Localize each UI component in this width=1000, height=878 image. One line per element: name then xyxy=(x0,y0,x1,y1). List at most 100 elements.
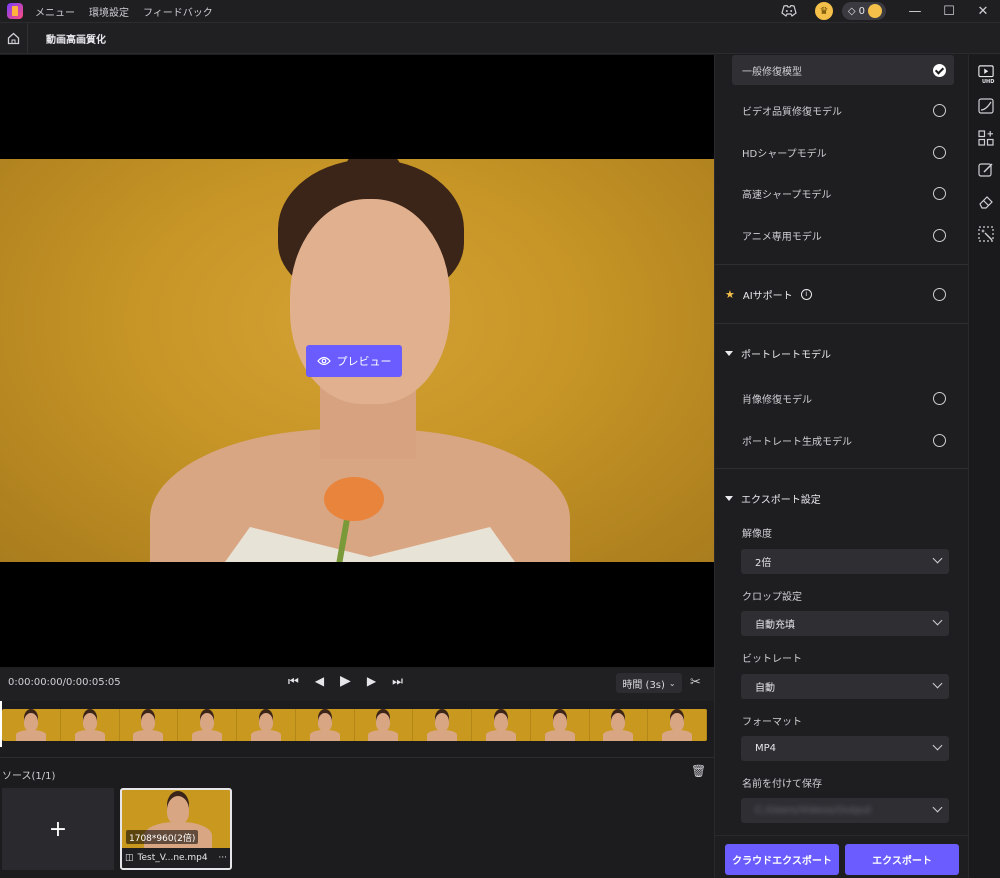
preview-button-label: プレビュー xyxy=(336,355,392,368)
trash-icon[interactable]: 🗑 xyxy=(691,764,706,778)
save-path-value: C:/Users/Videos/Output xyxy=(755,805,872,816)
portrait-section-title: ポートレートモデル xyxy=(741,349,831,361)
ai-support-label: AIサポート xyxy=(742,290,793,302)
tool-rail: UHD xyxy=(968,55,1000,878)
radio-icon[interactable] xyxy=(933,229,946,242)
model-option-hd-sharp[interactable]: HDシャープモデル xyxy=(732,137,954,167)
scissors-icon[interactable]: ✂ xyxy=(690,675,701,690)
eye-icon xyxy=(316,356,331,366)
media-footer: ◫ Test_V...ne.mp4 ··· xyxy=(122,848,230,868)
ai-support-radio[interactable] xyxy=(933,288,946,301)
ai-support-row[interactable]: ★ AIサポート i xyxy=(725,284,812,304)
chevron-down-icon: ⌄ xyxy=(668,678,676,688)
radio-icon[interactable] xyxy=(933,434,946,447)
breadcrumb: 動画高画質化 xyxy=(0,22,1000,54)
crop-select[interactable]: 自動充填 xyxy=(741,611,949,636)
format-select[interactable]: MP4 xyxy=(741,736,949,761)
save-path-select[interactable]: C:/Users/Videos/Output xyxy=(741,798,949,823)
export-section-header[interactable]: エクスポート設定 xyxy=(725,488,821,508)
filmstrip-frame xyxy=(590,709,649,741)
crop-label: クロップ設定 xyxy=(742,592,802,603)
model-option-label: 一般修復模型 xyxy=(742,66,802,78)
media-thumb-face xyxy=(167,796,189,824)
maximize-button[interactable]: ☐ xyxy=(932,0,966,22)
minimize-button[interactable]: — xyxy=(898,0,932,22)
playhead[interactable] xyxy=(0,701,2,747)
model-option-general[interactable]: 一般修復模型 xyxy=(732,55,954,85)
export-section-title: エクスポート設定 xyxy=(741,494,821,506)
model-option-anime[interactable]: アニメ専用モデル xyxy=(732,220,954,250)
preview-button[interactable]: プレビュー xyxy=(306,345,402,377)
timecode: 0:00:00:00/0:00:05:05 xyxy=(8,677,121,688)
time-interval-value: 時間 (3s) xyxy=(622,679,665,691)
filmstrip-frame xyxy=(120,709,179,741)
resolution-badge: 1708*960(2倍) xyxy=(126,830,199,844)
flower xyxy=(324,477,384,521)
compare-icon[interactable]: ◫ xyxy=(125,853,134,863)
crown-icon[interactable]: ♛ xyxy=(814,2,833,20)
add-media-button[interactable]: + xyxy=(2,788,114,870)
timeline-filmstrip[interactable] xyxy=(0,701,714,757)
divider xyxy=(715,264,968,265)
media-item[interactable]: 1708*960(2倍) ◫ Test_V...ne.mp4 ··· xyxy=(120,788,232,870)
filmstrip-frame xyxy=(296,709,355,741)
radio-icon[interactable] xyxy=(933,104,946,117)
model-option-video-quality[interactable]: ビデオ品質修復モデル xyxy=(732,95,954,125)
prev-frame-icon[interactable]: ◀ xyxy=(315,674,324,688)
eraser-icon[interactable] xyxy=(978,194,994,210)
filmstrip-frame xyxy=(472,709,531,741)
filmstrip-frame xyxy=(648,709,707,741)
resolution-label: 解像度 xyxy=(742,529,772,540)
filmstrip-frame xyxy=(355,709,414,741)
cloud-export-button[interactable]: クラウドエクスポート xyxy=(725,844,839,875)
crop-value: 自動充填 xyxy=(755,620,795,631)
user-avatar[interactable] xyxy=(868,4,882,18)
gem-balance[interactable]: ◇ 0 xyxy=(841,2,886,20)
video-preview: プレビュー xyxy=(0,55,714,667)
bitrate-label: ビットレート xyxy=(742,654,802,665)
radio-icon[interactable] xyxy=(933,392,946,405)
model-option-fast-sharp[interactable]: 高速シャープモデル xyxy=(732,178,954,208)
divider xyxy=(715,468,968,469)
grid-add-icon[interactable] xyxy=(978,130,994,146)
more-options-icon[interactable]: ··· xyxy=(218,853,227,863)
menu-item-feedback[interactable]: フィードバック xyxy=(143,4,213,19)
menu-item-preferences[interactable]: 環境設定 xyxy=(89,4,129,19)
bitrate-select[interactable]: 自動 xyxy=(741,674,949,699)
time-interval-select[interactable]: 時間 (3s) ⌄ xyxy=(616,673,682,693)
discord-icon[interactable] xyxy=(781,3,797,19)
model-option-label: ビデオ品質修復モデル xyxy=(742,106,842,118)
next-frame-icon[interactable]: ▶ xyxy=(367,674,376,688)
play-icon[interactable]: ▶ xyxy=(340,673,351,689)
page-title: 動画高画質化 xyxy=(46,34,106,46)
curve-icon[interactable] xyxy=(978,98,994,114)
playback-controls: 0:00:00:00/0:00:05:05 ⏮ ◀ ▶ ▶ ⏭ 時間 (3s) … xyxy=(0,667,714,701)
format-label: フォーマット xyxy=(742,717,802,728)
home-button[interactable] xyxy=(0,22,28,54)
export-button[interactable]: エクスポート xyxy=(845,844,959,875)
info-icon[interactable]: i xyxy=(800,288,812,300)
edit-icon[interactable] xyxy=(978,162,994,178)
resolution-select[interactable]: 2倍 xyxy=(741,549,949,574)
media-filename: Test_V...ne.mp4 xyxy=(137,853,208,863)
settings-panel: 一般修復模型 ビデオ品質修復モデル HDシャープモデル 高速シャープモデル アニ… xyxy=(714,55,968,835)
radio-checked-icon[interactable] xyxy=(933,64,946,77)
portrait-option-generate[interactable]: ポートレート生成モデル xyxy=(732,425,954,455)
magic-select-icon[interactable] xyxy=(978,226,994,242)
menu-item-menu[interactable]: メニュー xyxy=(35,4,75,19)
close-button[interactable]: ✕ xyxy=(966,0,1000,22)
portrait-section-header[interactable]: ポートレートモデル xyxy=(725,343,831,363)
plus-icon: + xyxy=(48,816,68,842)
radio-icon[interactable] xyxy=(933,187,946,200)
home-icon xyxy=(7,32,20,44)
filmstrip-frame xyxy=(2,709,61,741)
skip-start-icon[interactable]: ⏮ xyxy=(288,674,299,689)
divider xyxy=(715,323,968,324)
source-title: ソース(1/1) xyxy=(2,771,56,782)
chevron-down-icon xyxy=(932,615,943,626)
filmstrip-frame xyxy=(178,709,237,741)
radio-icon[interactable] xyxy=(933,146,946,159)
title-bar: メニュー 環境設定 フィードバック ♛ ◇ 0 — ☐ ✕ xyxy=(0,0,1000,22)
skip-end-icon[interactable]: ⏭ xyxy=(392,674,403,689)
portrait-option-restore[interactable]: 肖像修復モデル xyxy=(732,383,954,413)
